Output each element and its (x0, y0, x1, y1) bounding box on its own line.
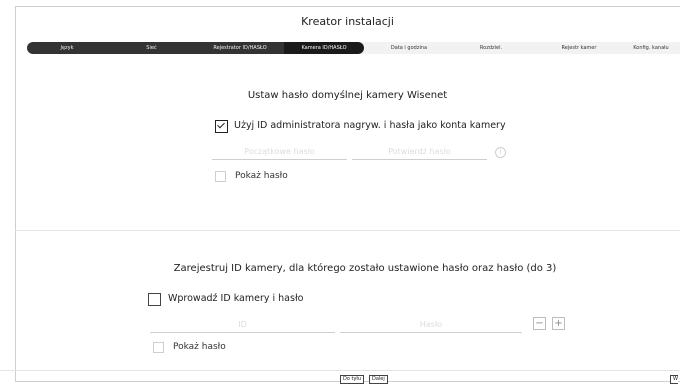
info-icon[interactable]: i (495, 147, 506, 158)
step-network[interactable]: Sieć (107, 42, 196, 54)
camera-id-field[interactable]: ID (150, 318, 335, 333)
step-date-time[interactable]: Data i godzina (369, 42, 449, 54)
show-password-label: Pokaż hasło (235, 171, 288, 181)
remove-camera-button[interactable]: − (533, 317, 546, 330)
use-admin-credentials-label: Użyj ID administratora nagryw. i hasła j… (234, 120, 506, 131)
default-camera-password-heading: Ustaw hasło domyślnej kamery Wisenet (247, 90, 448, 101)
step-resolution[interactable]: Rozdziel. (451, 42, 531, 54)
use-admin-credentials-checkbox[interactable] (215, 120, 228, 133)
enter-camera-credentials-checkbox[interactable] (148, 293, 161, 306)
initial-password-field[interactable]: Początkowe hasło (212, 145, 347, 160)
wizard-title: Kreator instalacji (301, 15, 394, 28)
step-recorder-id-password[interactable]: Rejestrator ID/HASŁO (196, 42, 284, 54)
show-password-checkbox[interactable] (215, 171, 226, 182)
show-camera-password-checkbox[interactable] (153, 342, 164, 353)
camera-password-field[interactable]: Hasło (340, 318, 522, 333)
register-camera-heading: Zarejestruj ID kamery, dla którego zosta… (173, 263, 557, 274)
next-button[interactable]: Dalej (369, 375, 388, 384)
step-channel-config[interactable]: Konfig. kanału (619, 42, 680, 54)
step-camera-id-password[interactable]: Kamera ID/HASŁO (284, 42, 364, 54)
step-progress-bar: Język Sieć Rejestrator ID/HASŁO Kamera I… (27, 42, 680, 54)
confirm-password-field[interactable]: Potwierdź hasło (352, 145, 487, 160)
step-language[interactable]: Język (27, 42, 107, 54)
add-camera-button[interactable]: + (552, 317, 565, 330)
section-divider (15, 230, 680, 231)
back-button[interactable]: Do tyłu (340, 375, 365, 384)
partial-footer-button[interactable]: W (670, 375, 678, 384)
show-camera-password-label: Pokaż hasło (173, 342, 226, 352)
enter-camera-credentials-label: Wprowadź ID kamery i hasło (168, 293, 304, 304)
step-camera-register[interactable]: Rejestr kamer (539, 42, 619, 54)
